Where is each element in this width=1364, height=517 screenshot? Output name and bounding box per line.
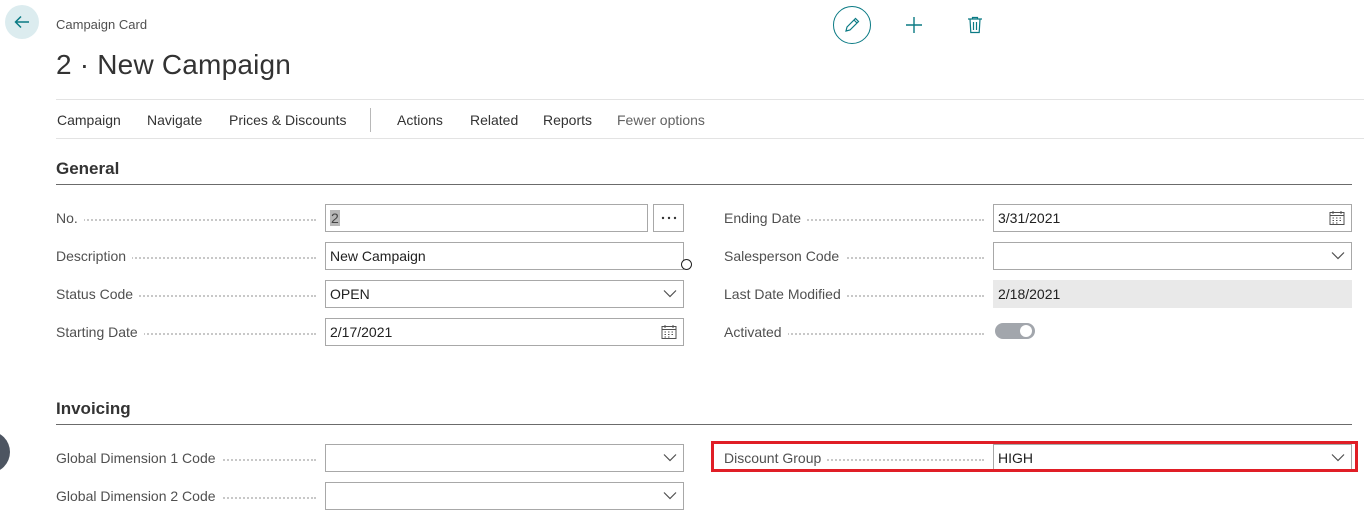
resize-handle[interactable] [681, 259, 692, 270]
activated-label: Activated [724, 324, 788, 340]
menu-navigate[interactable]: Navigate [147, 112, 202, 128]
date-picker-button[interactable] [1329, 210, 1345, 226]
chevron-down-icon [663, 290, 677, 298]
page-title: 2 · New Campaign [56, 49, 292, 80]
chevron-down-icon [663, 454, 677, 462]
menu-related[interactable]: Related [470, 112, 518, 128]
menu-prices-discounts[interactable]: Prices & Discounts [229, 112, 346, 128]
description-value: New Campaign [330, 248, 426, 264]
global-dim-1-select[interactable] [325, 444, 684, 472]
menu-reports[interactable]: Reports [543, 112, 592, 128]
fewer-options-button[interactable]: Fewer options [617, 112, 705, 128]
ending-date-value: 3/31/2021 [998, 210, 1061, 226]
page-actions [833, 6, 982, 44]
ending-date-label: Ending Date [724, 210, 808, 226]
section-invoicing-header[interactable]: Invoicing [56, 399, 1352, 425]
description-label: Description [56, 248, 133, 264]
no-value: 2 [330, 210, 340, 226]
salesperson-code-select[interactable] [993, 242, 1352, 270]
menu-campaign[interactable]: Campaign [57, 112, 121, 128]
highlight-box [711, 441, 1358, 472]
chevron-down-icon [1331, 252, 1345, 260]
last-date-modified-value: 2/18/2021 [998, 286, 1061, 302]
ellipsis-icon [661, 216, 676, 220]
page-caption: Campaign Card [56, 17, 148, 32]
status-code-label: Status Code [56, 286, 140, 302]
calendar-icon [661, 325, 677, 339]
menu-actions[interactable]: Actions [397, 112, 443, 128]
global-dim-2-label: Global Dimension 2 Code [56, 488, 222, 504]
last-date-modified-field: 2/18/2021 [993, 280, 1352, 308]
chevron-down-icon [663, 492, 677, 500]
edit-button[interactable] [833, 6, 871, 44]
ending-date-field[interactable]: 3/31/2021 [993, 204, 1352, 232]
no-field[interactable]: 2 [325, 204, 648, 232]
starting-date-field[interactable]: 2/17/2021 [325, 318, 684, 346]
starting-date-label: Starting Date [56, 324, 144, 340]
trash-icon [968, 16, 982, 34]
side-panel-handle[interactable] [0, 431, 10, 473]
no-lookup-button[interactable] [653, 204, 684, 232]
activated-toggle[interactable] [995, 323, 1035, 339]
new-button[interactable] [898, 9, 930, 41]
leader-dots [60, 219, 316, 221]
action-bar: Campaign Navigate Prices & Discounts Act… [56, 99, 1364, 139]
back-button[interactable] [5, 5, 39, 39]
last-date-modified-label: Last Date Modified [724, 286, 847, 302]
plus-icon [906, 17, 922, 33]
starting-date-value: 2/17/2021 [330, 324, 393, 340]
global-dim-2-select[interactable] [325, 482, 684, 510]
calendar-icon [1329, 211, 1345, 225]
section-general-header[interactable]: General [56, 159, 1352, 185]
arrow-left-icon [14, 15, 29, 29]
salesperson-code-label: Salesperson Code [724, 248, 846, 264]
description-field[interactable]: New Campaign [325, 242, 684, 270]
delete-button[interactable] [959, 9, 991, 41]
toggle-knob [1020, 325, 1032, 337]
pencil-icon [845, 17, 860, 32]
no-label: No. [56, 210, 84, 226]
action-bar-divider [370, 108, 371, 132]
status-code-value: OPEN [330, 286, 370, 302]
status-code-select[interactable]: OPEN [325, 280, 684, 308]
date-picker-button[interactable] [661, 324, 677, 340]
global-dim-1-label: Global Dimension 1 Code [56, 450, 222, 466]
